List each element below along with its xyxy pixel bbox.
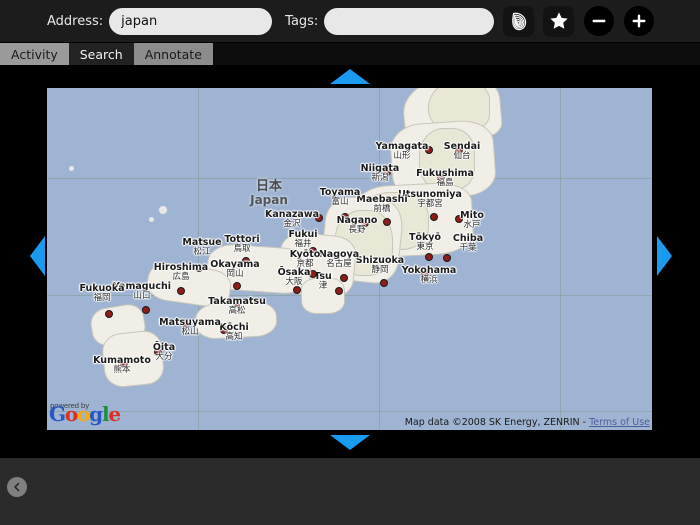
city-marker[interactable] [341,213,349,221]
city-marker[interactable] [425,146,433,154]
plus-icon [628,10,650,32]
graticule-line [47,411,652,412]
address-label: Address: [47,14,103,29]
terms-of-use-link[interactable]: Terms of Use [589,417,650,428]
zoom-in-button[interactable] [624,6,654,36]
city-marker[interactable] [383,218,391,226]
landmass-kyushu-south [100,329,165,389]
favorite-button[interactable] [543,6,574,37]
city-marker[interactable] [340,274,348,282]
island-dot [69,166,74,171]
tab-annotate[interactable]: Annotate [134,43,213,65]
city-marker[interactable] [120,360,128,368]
city-marker[interactable] [177,287,185,295]
spiral-shell-button[interactable] [503,6,534,37]
city-marker[interactable] [443,254,451,262]
tab-strip: Activity Search Annotate [0,43,700,65]
graticule-line [47,295,652,296]
city-marker[interactable] [233,299,241,307]
google-letter: g [89,402,102,426]
city-marker[interactable] [154,348,162,356]
pan-down-arrow[interactable] [330,435,370,450]
app-window: Address: Tags: [0,0,700,525]
city-marker[interactable] [142,306,150,314]
tags-input[interactable] [324,8,494,35]
tab-search[interactable]: Search [69,43,134,65]
city-marker[interactable] [315,214,323,222]
attribution-text: Map data ©2008 SK Energy, ZENRIN - [405,417,589,428]
top-toolbar: Address: Tags: [0,0,700,42]
city-marker[interactable] [195,264,203,272]
google-letter: o [65,402,77,426]
city-marker[interactable] [455,146,463,154]
city-marker[interactable] [309,270,317,278]
city-marker[interactable] [309,247,317,255]
tags-label: Tags: [285,14,318,29]
city-marker[interactable] [361,219,369,227]
graticule-line [47,178,652,179]
map-stage: 日本 Japan Sendai仙台Yamagata山形Niigata新潟Fuku… [0,65,700,458]
bottom-bar [0,458,700,525]
graticule-line [560,88,561,430]
pan-right-arrow[interactable] [657,236,672,276]
chevron-left-icon [11,481,23,493]
city-marker[interactable] [242,257,250,265]
zoom-out-button[interactable] [584,6,614,36]
island-dot [149,217,154,222]
google-logo: Google [49,402,120,426]
city-marker[interactable] [335,287,343,295]
city-marker[interactable] [430,213,438,221]
pan-left-arrow[interactable] [30,236,45,276]
city-marker[interactable] [380,279,388,287]
graticule-line [198,88,199,430]
landmass-kii-peninsula [301,278,345,314]
tab-activity[interactable]: Activity [0,43,69,65]
star-icon [548,10,570,32]
city-marker[interactable] [293,286,301,294]
google-letter: G [49,402,65,426]
city-marker[interactable] [383,168,391,176]
minus-icon [588,10,610,32]
island-dot [159,206,167,214]
back-button[interactable] [7,477,27,497]
city-marker[interactable] [220,326,228,334]
island-dot [205,238,211,242]
map-attribution: Map data ©2008 SK Energy, ZENRIN - Terms… [405,417,650,428]
spiral-shell-icon [507,9,531,33]
city-marker[interactable] [455,215,463,223]
google-letter: o [77,402,89,426]
map-canvas[interactable]: 日本 Japan Sendai仙台Yamagata山形Niigata新潟Fuku… [47,88,652,430]
address-input[interactable] [109,8,272,35]
city-marker[interactable] [233,282,241,290]
landmass-tohoku-mountains-2 [419,128,475,190]
city-marker[interactable] [437,173,445,181]
city-marker[interactable] [425,253,433,261]
city-marker[interactable] [105,310,113,318]
pan-up-arrow[interactable] [330,69,370,84]
city-marker[interactable] [182,320,190,328]
google-letter: e [108,402,120,426]
city-marker[interactable] [421,270,429,278]
